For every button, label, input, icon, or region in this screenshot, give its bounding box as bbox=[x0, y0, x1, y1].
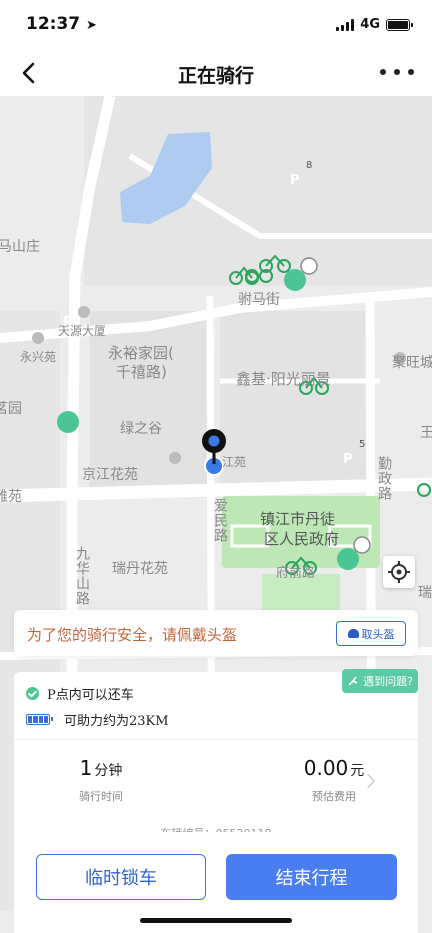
page-title: 正在骑行 bbox=[177, 65, 254, 87]
parking-letter: P bbox=[343, 452, 353, 467]
map-label: 雅苑 bbox=[0, 489, 22, 505]
map-label: 江苑 bbox=[222, 455, 247, 469]
signal-icon bbox=[336, 18, 355, 31]
divider bbox=[14, 739, 418, 740]
ride-time-label: 骑行时间 bbox=[79, 790, 123, 803]
map-label: 鑫基·阳光丽景 bbox=[236, 370, 331, 388]
take-helmet-label: 取头盔 bbox=[361, 627, 395, 641]
take-helmet-button[interactable]: 取头盔 bbox=[336, 621, 406, 646]
return-status: P点内可以还车 bbox=[26, 684, 134, 703]
more-dots-icon bbox=[380, 69, 386, 75]
wrench-icon bbox=[348, 676, 358, 686]
cost-unit: 元 bbox=[350, 763, 365, 779]
map-label: 勤政路 bbox=[376, 456, 392, 501]
report-problem-button[interactable]: 遇到问题? bbox=[342, 669, 418, 693]
map-label: 瑞丹花苑 bbox=[112, 561, 168, 577]
range-status: 可助力约为23KM bbox=[26, 710, 169, 729]
cost-value: 0.00 bbox=[303, 756, 349, 780]
map-label: 永兴苑 bbox=[20, 350, 57, 364]
map-label: 京江花苑 bbox=[82, 467, 138, 483]
check-circle-icon bbox=[26, 687, 39, 700]
ride-time-value: 1 bbox=[79, 756, 93, 780]
map-label: 府前路 bbox=[276, 566, 316, 581]
range-text: 可助力约为23KM bbox=[64, 714, 169, 729]
nav-bar: 正在骑行 bbox=[0, 50, 432, 96]
map-label: 爱民路 bbox=[212, 498, 228, 543]
crosshair-icon bbox=[388, 561, 410, 583]
ride-info-card: P点内可以还车 可助力约为23KM 1分钟 骑行时间 0.00元 预估费用 -车… bbox=[14, 672, 418, 840]
status-right: 4G bbox=[336, 17, 413, 32]
return-text: P点内可以还车 bbox=[47, 688, 134, 703]
map-label: 驸马街 bbox=[238, 292, 280, 308]
map-label: 聚旺城 bbox=[392, 355, 432, 371]
parking-letter: P bbox=[290, 173, 300, 188]
map-label: 茗园 bbox=[0, 401, 22, 417]
locate-button[interactable] bbox=[383, 556, 415, 588]
map-label: 九华山路 bbox=[74, 546, 90, 606]
map-label: 王 bbox=[420, 425, 432, 441]
helmet-reminder-card: 为了您的骑行安全，请佩戴头盔 取头盔 bbox=[14, 610, 418, 656]
battery-level-icon bbox=[26, 714, 53, 725]
status-time: 12:37 ➤ bbox=[26, 14, 97, 34]
ride-time: 1 分钟 骑行时间 bbox=[26, 756, 176, 804]
parking-letter: P bbox=[63, 315, 73, 330]
map-label: 绿之谷 bbox=[120, 421, 162, 437]
more-button[interactable] bbox=[380, 60, 414, 84]
map-label: 瑞 bbox=[418, 585, 432, 601]
map-label: 区人民政府 bbox=[264, 530, 340, 548]
parking-count: 8 bbox=[306, 160, 313, 171]
map-label: 镇江市丹徒 bbox=[260, 510, 336, 528]
network-type: 4G bbox=[360, 17, 380, 32]
end-ride-button[interactable]: 结束行程 bbox=[226, 854, 397, 900]
cost-label: 预估费用 bbox=[312, 790, 356, 803]
parking-count: 5 bbox=[359, 439, 366, 450]
ride-time-unit: 分钟 bbox=[94, 763, 123, 779]
map-label: 千禧路) bbox=[116, 363, 167, 381]
estimated-cost[interactable]: 0.00 元 预估费用 bbox=[259, 756, 409, 804]
map-label: 永裕家园( bbox=[108, 344, 174, 362]
helmet-icon bbox=[347, 629, 359, 638]
helmet-reminder-text: 为了您的骑行安全，请佩戴头盔 bbox=[27, 626, 238, 644]
report-problem-label: 遇到问题? bbox=[363, 675, 413, 688]
home-indicator bbox=[140, 918, 292, 923]
status-bar: 12:37 ➤ 4G bbox=[0, 0, 432, 50]
battery-icon bbox=[386, 18, 413, 31]
temporary-lock-button[interactable]: 临时锁车 bbox=[36, 854, 206, 900]
map-label: 马山庄 bbox=[0, 239, 40, 255]
